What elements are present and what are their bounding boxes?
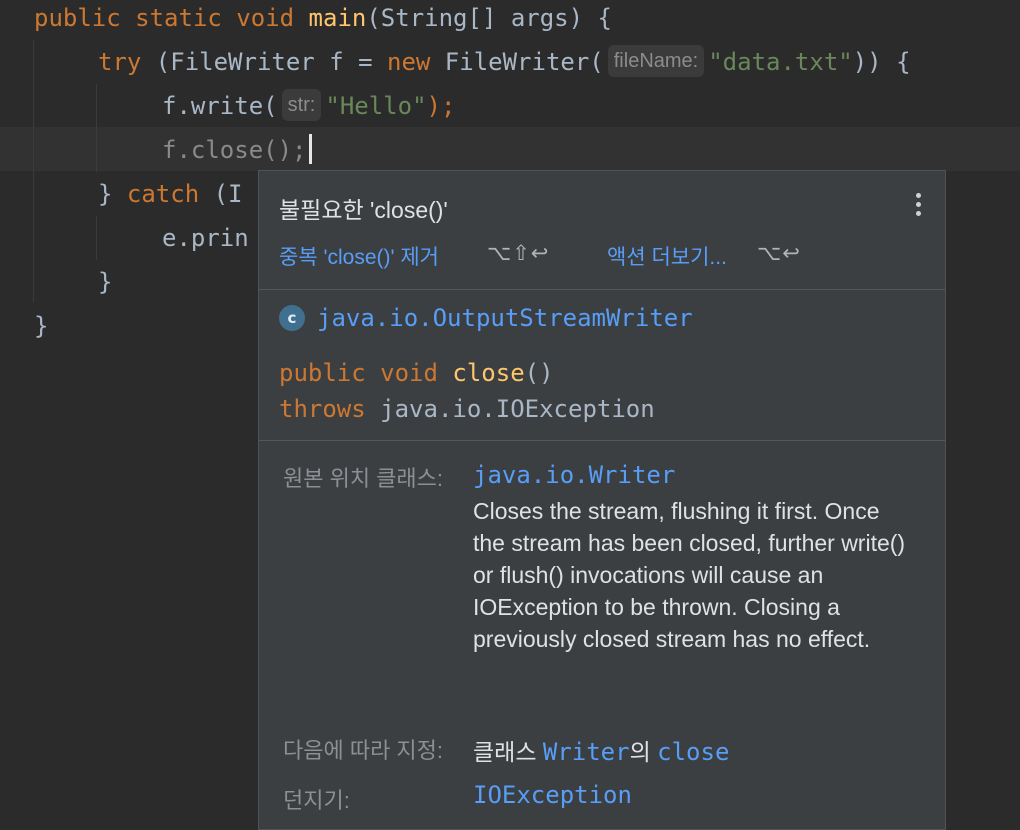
inspection-popup: 불필요한 'close()' 중복 'close()' 제거 ⌥⇧↩ 액션 더보… [258, 170, 946, 830]
signature-token: close [452, 359, 525, 387]
problem-title: 불필요한 'close()' [279, 197, 448, 223]
method-throws: throws java.io.IOException [279, 391, 655, 427]
code-token: ); [426, 92, 456, 120]
code-token: new [387, 48, 431, 76]
signature-token: public void [279, 359, 453, 387]
popup-header: 불필요한 'close()' 중복 'close()' 제거 ⌥⇧↩ 액션 더보… [259, 171, 945, 289]
specified-mid: 의 [629, 739, 658, 765]
divider [259, 289, 945, 290]
original-class-link[interactable]: java.io.Writer [473, 461, 675, 489]
parameter-hint: str: [281, 89, 322, 121]
parameter-hint: fileName: [607, 45, 705, 77]
code-line-4[interactable]: f.close(); [0, 128, 1020, 172]
code-token: } [34, 312, 49, 340]
code-token: FileWriter( [430, 48, 604, 76]
code-token: (I [199, 180, 243, 208]
code-token: } [98, 180, 127, 208]
code-token: e.prin [162, 224, 249, 252]
code-line-3[interactable]: f.write(str: "Hello"); [0, 84, 1020, 128]
action-shortcut: ⌥⇧↩ [487, 242, 550, 265]
code-token: f.write( [162, 92, 278, 120]
class-name-link[interactable]: java.io.OutputStreamWriter [317, 303, 693, 333]
code-line-1[interactable]: public static void main(String[] args) { [0, 0, 1020, 40]
class-c-icon: c [279, 305, 305, 331]
method-signature: public void close() [279, 355, 554, 391]
throws-label: 던지기: [283, 788, 350, 813]
text-caret [308, 134, 312, 164]
throws-exception-link[interactable]: IOException [473, 781, 632, 809]
specified-by-value: 클래스 Writer의 close [473, 733, 729, 767]
redundant-call: f.close(); [162, 136, 307, 164]
method-description: Closes the stream, flushing it first. On… [473, 498, 906, 652]
code-token: main [308, 4, 367, 32]
code-token: "data.txt" [708, 48, 853, 76]
specified-by-label: 다음에 따라 지정: [283, 738, 444, 763]
code-token: "Hello" [325, 92, 427, 120]
signature-token: () [524, 359, 554, 387]
remove-redundant-close-action[interactable]: 중복 'close()' 제거 [279, 241, 439, 271]
code-token: } [98, 268, 113, 296]
code-line-2[interactable]: try (FileWriter f = new FileWriter(fileN… [0, 40, 1020, 84]
action-shortcut: ⌥↩ [757, 242, 801, 265]
specified-method-link[interactable]: close [657, 738, 729, 766]
code-token: catch [126, 180, 200, 208]
signature-token: java.io.IOException [365, 395, 655, 423]
code-token: (FileWriter f = [141, 48, 387, 76]
code-token: try [98, 48, 142, 76]
specified-class-link[interactable]: Writer [543, 738, 630, 766]
signature-token: throws [279, 395, 366, 423]
more-actions-link[interactable]: 액션 더보기... [607, 241, 727, 271]
original-location-label: 원본 위치 클래스: [283, 466, 444, 491]
specified-prefix: 클래스 [473, 739, 543, 765]
code-token: )) { [852, 48, 911, 76]
more-vertical-icon[interactable] [911, 193, 925, 223]
code-token: public static void [34, 4, 309, 32]
code-token: (String[] args) { [366, 4, 612, 32]
divider [259, 440, 945, 441]
